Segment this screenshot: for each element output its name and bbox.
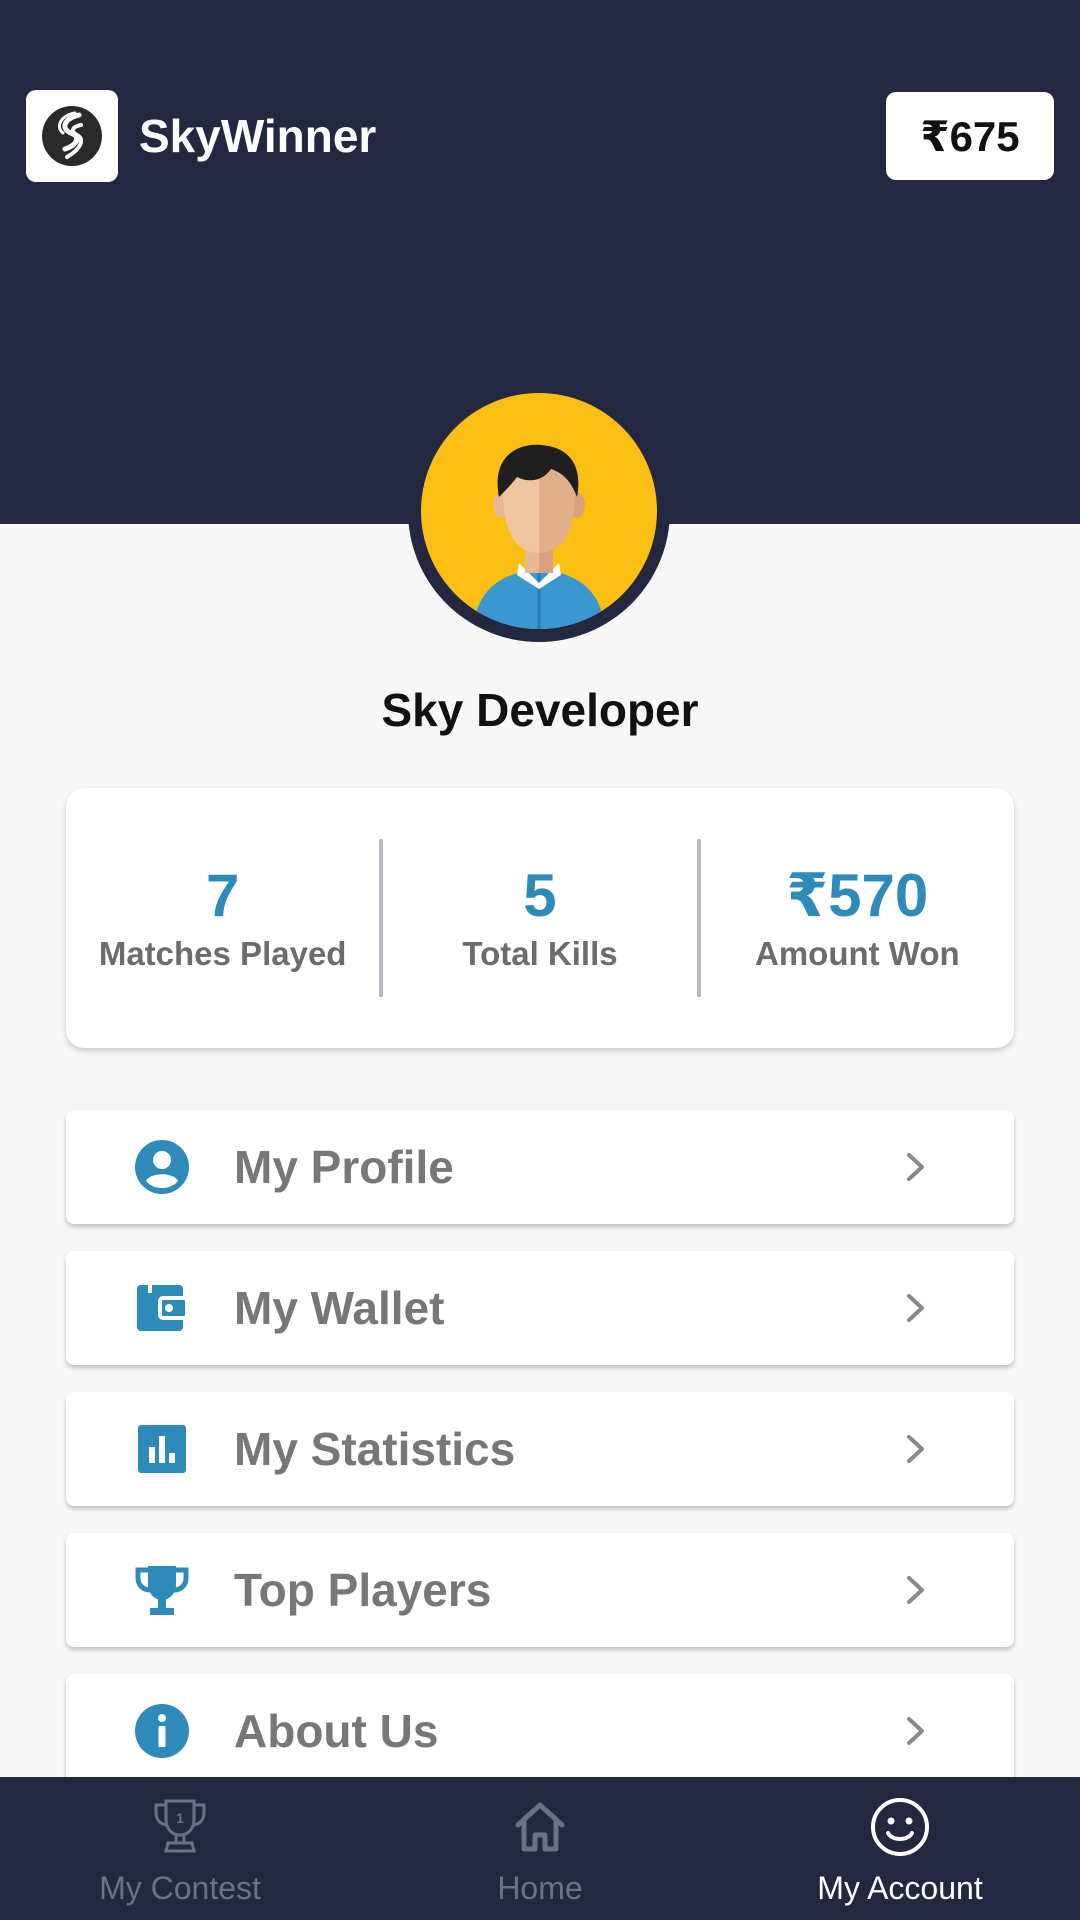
trophy-icon <box>134 1562 190 1618</box>
wallet-balance-button[interactable]: ₹675 <box>886 92 1054 180</box>
bar-chart-icon <box>134 1421 190 1477</box>
nav-label: My Contest <box>99 1870 261 1906</box>
user-avatar-icon <box>473 444 605 629</box>
menu-label: My Wallet <box>234 1282 445 1334</box>
chevron-right-icon <box>907 1717 924 1745</box>
stat-label: Matches Played <box>98 935 347 972</box>
menu-label: About Us <box>234 1705 439 1757</box>
avatar-image <box>421 393 657 629</box>
app-title: SkyWinner <box>139 110 377 162</box>
chevron-right-icon <box>907 1294 924 1322</box>
nav-label: My Account <box>817 1870 983 1906</box>
chevron-right-icon <box>907 1153 924 1181</box>
avatar[interactable] <box>408 380 670 642</box>
chevron-right-icon <box>907 1435 924 1463</box>
app-logo <box>26 90 118 182</box>
menu-label: Top Players <box>234 1564 492 1616</box>
menu-item-about-us[interactable]: About Us <box>66 1674 1014 1788</box>
menu-item-my-statistics[interactable]: My Statistics <box>66 1392 1014 1506</box>
user-name: Sky Developer <box>381 684 699 736</box>
stat-value: 7 <box>205 862 240 929</box>
menu-label: My Statistics <box>234 1423 516 1475</box>
stat-matches-played: 7 Matches Played <box>66 861 379 975</box>
account-circle-icon <box>134 1139 190 1195</box>
svg-text:1: 1 <box>176 1810 184 1826</box>
stat-label: Amount Won <box>754 935 960 972</box>
menu-item-top-players[interactable]: Top Players <box>66 1533 1014 1647</box>
chevron-right-icon <box>907 1576 924 1604</box>
menu-item-my-profile[interactable]: My Profile <box>66 1110 1014 1224</box>
nav-my-contest[interactable]: 1 My Contest <box>0 1777 360 1920</box>
stat-label: Total Kills <box>462 935 618 972</box>
nav-my-account[interactable]: My Account <box>720 1777 1080 1920</box>
stat-value: 5 <box>523 862 557 929</box>
nav-home[interactable]: Home <box>360 1777 720 1920</box>
bottom-navigation: 1 My Contest Home My Account <box>0 1777 1080 1920</box>
nav-label: Home <box>497 1870 583 1906</box>
stat-value: ₹570 <box>786 862 929 929</box>
menu-item-my-wallet[interactable]: My Wallet <box>66 1251 1014 1365</box>
stats-card: 7 Matches Played 5 Total Kills ₹570 Amou… <box>66 788 1014 1048</box>
trophy-icon: 1 <box>154 1799 206 1853</box>
stat-amount-won: ₹570 Amount Won <box>701 861 1014 975</box>
menu-label: My Profile <box>234 1141 454 1193</box>
home-icon <box>515 1802 565 1852</box>
wallet-icon <box>134 1280 190 1336</box>
skywinner-logo-icon <box>42 106 102 166</box>
info-icon <box>134 1703 190 1759</box>
stat-total-kills: 5 Total Kills <box>383 861 696 975</box>
smiley-icon <box>871 1798 929 1856</box>
